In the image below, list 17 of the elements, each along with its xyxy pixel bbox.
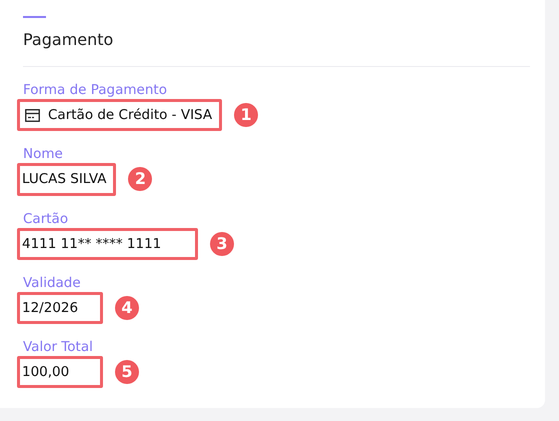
field-label: Cartão (23, 210, 70, 228)
field-label: Forma de Pagamento (23, 81, 168, 99)
field-label: Validade (23, 274, 82, 292)
number-marker: 2 (128, 167, 152, 192)
input-field[interactable]: 12/2026 (17, 292, 103, 324)
number-marker: 3 (210, 232, 234, 256)
number-marker: 4 (115, 296, 139, 320)
number-marker: 5 (115, 360, 139, 384)
payment-method-field[interactable]: Cartão de Crédito - VISA (17, 99, 222, 132)
input-field[interactable]: LUCAS SILVA (17, 163, 116, 196)
number-marker: 1 (234, 103, 258, 128)
card-icon (25, 108, 40, 122)
field-label: Nome (23, 145, 64, 164)
input-field[interactable]: 100,00 (17, 356, 103, 388)
input-field[interactable]: 4111 11** **** 1111 (17, 228, 198, 260)
section-title: Pagamento (23, 30, 114, 50)
field-label: Valor Total (23, 338, 94, 356)
